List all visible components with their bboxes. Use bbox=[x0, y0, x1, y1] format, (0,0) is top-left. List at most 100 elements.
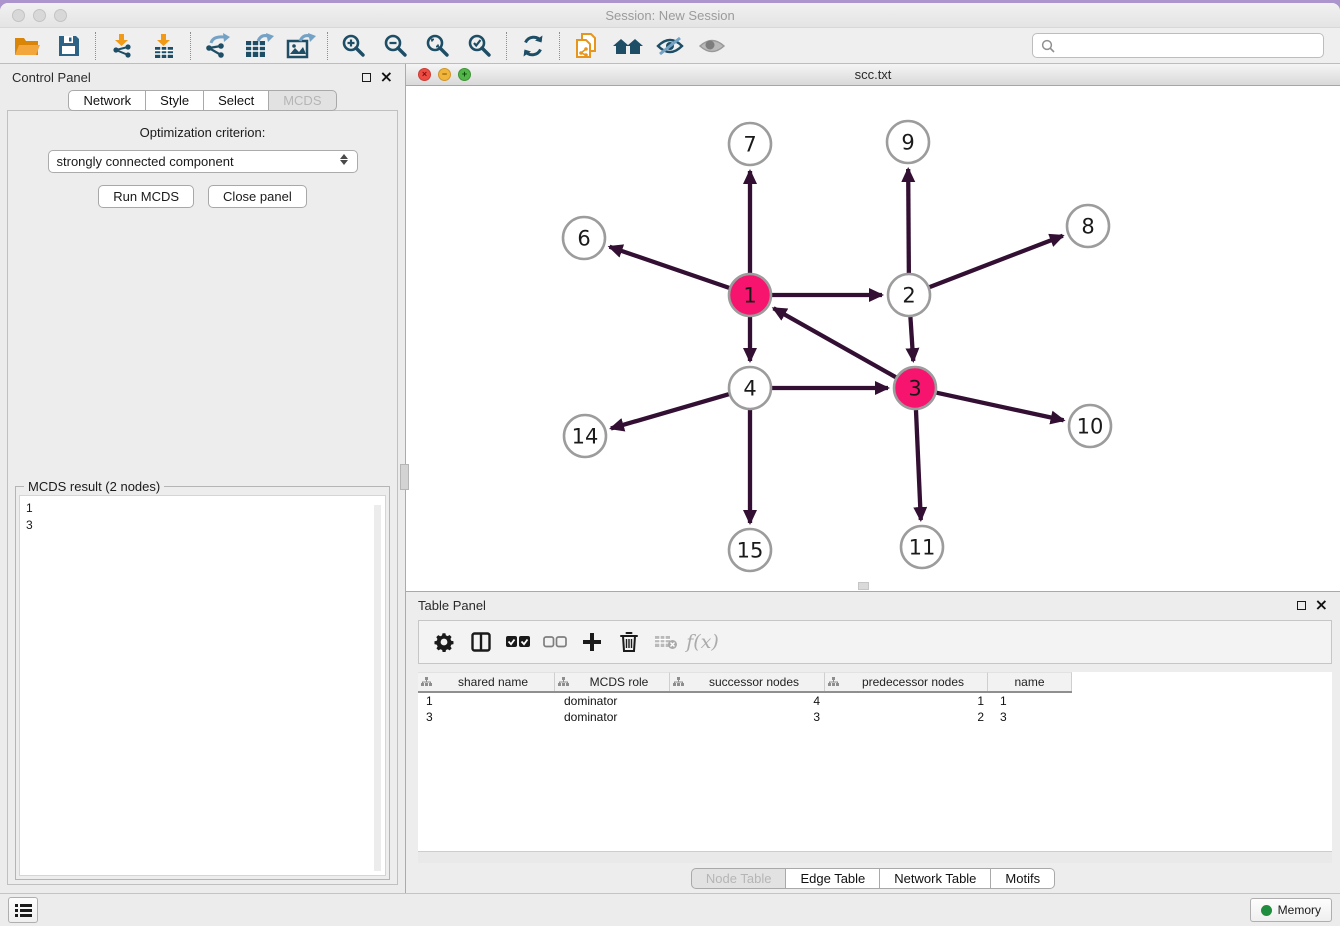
node-15[interactable]: 15 bbox=[729, 529, 771, 571]
deselect-all-columns-button[interactable] bbox=[536, 625, 573, 659]
cell-successor-nodes[interactable]: 4 bbox=[672, 694, 828, 708]
cell-name[interactable]: 3 bbox=[992, 710, 1077, 724]
column-header-shared-name[interactable]: shared name bbox=[418, 672, 555, 691]
import-table-button[interactable] bbox=[143, 30, 185, 62]
import-network-icon bbox=[109, 33, 135, 59]
search-input[interactable] bbox=[1060, 34, 1323, 57]
clone-network-button[interactable] bbox=[565, 30, 607, 62]
zoom-selected-button[interactable] bbox=[459, 30, 501, 62]
mcds-result-list[interactable]: 1 3 bbox=[19, 495, 386, 876]
export-network-button[interactable] bbox=[196, 30, 238, 62]
node-7[interactable]: 7 bbox=[729, 123, 771, 165]
zoom-fit-button[interactable] bbox=[417, 30, 459, 62]
column-header-predecessor-nodes[interactable]: predecessor nodes bbox=[825, 672, 988, 691]
close-panel-button[interactable]: Close panel bbox=[208, 185, 307, 208]
node-3[interactable]: 3 bbox=[894, 367, 936, 409]
tab-style[interactable]: Style bbox=[146, 90, 204, 111]
import-network-button[interactable] bbox=[101, 30, 143, 62]
search-icon bbox=[1041, 39, 1055, 53]
titlebar: Session: New Session bbox=[0, 3, 1340, 27]
cell-shared-name[interactable]: 1 bbox=[418, 694, 556, 708]
split-pane-icon bbox=[471, 632, 491, 652]
hide-selected-button[interactable] bbox=[649, 30, 691, 62]
cell-shared-name[interactable]: 3 bbox=[418, 710, 556, 724]
save-session-button[interactable] bbox=[48, 30, 90, 62]
tab-network[interactable]: Network bbox=[68, 90, 146, 111]
cell-predecessor-nodes[interactable]: 2 bbox=[828, 710, 992, 724]
edge-2-9[interactable] bbox=[908, 169, 909, 273]
column-header-name[interactable]: name bbox=[988, 672, 1072, 691]
edge-3-10[interactable] bbox=[936, 393, 1063, 421]
first-neighbors-button[interactable] bbox=[607, 30, 649, 62]
cell-MCDS-role[interactable]: dominator bbox=[556, 694, 672, 708]
zoom-out-button[interactable] bbox=[375, 30, 417, 62]
add-column-button[interactable] bbox=[573, 625, 610, 659]
zoom-in-button[interactable] bbox=[333, 30, 375, 62]
zoom-fit-icon bbox=[425, 33, 451, 59]
node-8[interactable]: 8 bbox=[1067, 205, 1109, 247]
refresh-view-button[interactable] bbox=[512, 30, 554, 62]
tab-motifs[interactable]: Motifs bbox=[991, 868, 1055, 889]
splitter-handle[interactable] bbox=[400, 464, 409, 490]
clone-network-icon bbox=[573, 32, 599, 60]
open-session-button[interactable] bbox=[6, 30, 48, 62]
close-table-panel-icon[interactable]: × bbox=[1315, 600, 1328, 610]
run-mcds-button[interactable]: Run MCDS bbox=[98, 185, 194, 208]
float-panel-icon[interactable] bbox=[362, 73, 371, 82]
export-image-button[interactable] bbox=[280, 30, 322, 62]
unchecked-boxes-icon bbox=[543, 635, 567, 649]
node-2[interactable]: 2 bbox=[888, 274, 930, 316]
edge-4-14[interactable] bbox=[611, 394, 729, 428]
close-panel-icon[interactable]: × bbox=[380, 72, 393, 82]
cell-predecessor-nodes[interactable]: 1 bbox=[828, 694, 992, 708]
node-11[interactable]: 11 bbox=[901, 526, 943, 568]
node-table: shared nameMCDS rolesuccessor nodesprede… bbox=[418, 672, 1332, 851]
optimization-criterion-select[interactable]: strongly connected component bbox=[48, 150, 358, 173]
edge-2-8[interactable] bbox=[930, 236, 1063, 287]
edge-1-6[interactable] bbox=[610, 247, 730, 288]
table-panel-header: Table Panel × bbox=[406, 592, 1340, 618]
show-all-button[interactable] bbox=[691, 30, 733, 62]
column-header-MCDS-role[interactable]: MCDS role bbox=[555, 672, 670, 691]
node-9[interactable]: 9 bbox=[887, 121, 929, 163]
cell-MCDS-role[interactable]: dominator bbox=[556, 710, 672, 724]
delete-table-button[interactable] bbox=[647, 625, 684, 659]
list-icon bbox=[15, 903, 32, 917]
memory-button[interactable]: Memory bbox=[1250, 898, 1332, 922]
table-scrollbar-track[interactable] bbox=[418, 851, 1332, 863]
cell-successor-nodes[interactable]: 3 bbox=[672, 710, 828, 724]
table-row[interactable]: 1dominator411 bbox=[418, 693, 1077, 709]
node-label-14: 14 bbox=[572, 425, 599, 449]
column-type-icon bbox=[828, 677, 839, 687]
tab-node-table[interactable]: Node Table bbox=[691, 868, 787, 889]
edge-3-1[interactable] bbox=[774, 308, 896, 377]
result-scrollbar[interactable] bbox=[374, 505, 381, 871]
column-header-successor-nodes[interactable]: successor nodes bbox=[670, 672, 825, 691]
tab-edge-table[interactable]: Edge Table bbox=[786, 868, 880, 889]
table-settings-button[interactable] bbox=[425, 625, 462, 659]
export-table-button[interactable] bbox=[238, 30, 280, 62]
task-history-button[interactable] bbox=[8, 897, 38, 923]
node-10[interactable]: 10 bbox=[1069, 405, 1111, 447]
trash-icon bbox=[620, 632, 638, 652]
canvas-scroll-nub[interactable] bbox=[858, 582, 869, 590]
edge-3-11[interactable] bbox=[916, 410, 921, 520]
equation-builder-button[interactable]: f(x) bbox=[684, 625, 721, 659]
tab-mcds[interactable]: MCDS bbox=[269, 90, 336, 111]
toolbar-separator bbox=[559, 32, 560, 60]
tab-network-table[interactable]: Network Table bbox=[880, 868, 991, 889]
node-1[interactable]: 1 bbox=[729, 274, 771, 316]
delete-column-button[interactable] bbox=[610, 625, 647, 659]
node-6[interactable]: 6 bbox=[563, 217, 605, 259]
node-4[interactable]: 4 bbox=[729, 367, 771, 409]
edge-2-3[interactable] bbox=[910, 317, 913, 361]
toggle-panel-button[interactable] bbox=[462, 625, 499, 659]
network-graph[interactable]: 7 9 6 8 1 2 4 3 14 10 15 11 bbox=[406, 86, 1339, 588]
select-all-columns-button[interactable] bbox=[499, 625, 536, 659]
network-canvas[interactable]: 7 9 6 8 1 2 4 3 14 10 15 11 bbox=[406, 86, 1340, 591]
tab-select[interactable]: Select bbox=[204, 90, 269, 111]
table-row[interactable]: 3dominator323 bbox=[418, 709, 1077, 725]
cell-name[interactable]: 1 bbox=[992, 694, 1077, 708]
node-14[interactable]: 14 bbox=[564, 415, 606, 457]
float-table-panel-icon[interactable] bbox=[1297, 601, 1306, 610]
